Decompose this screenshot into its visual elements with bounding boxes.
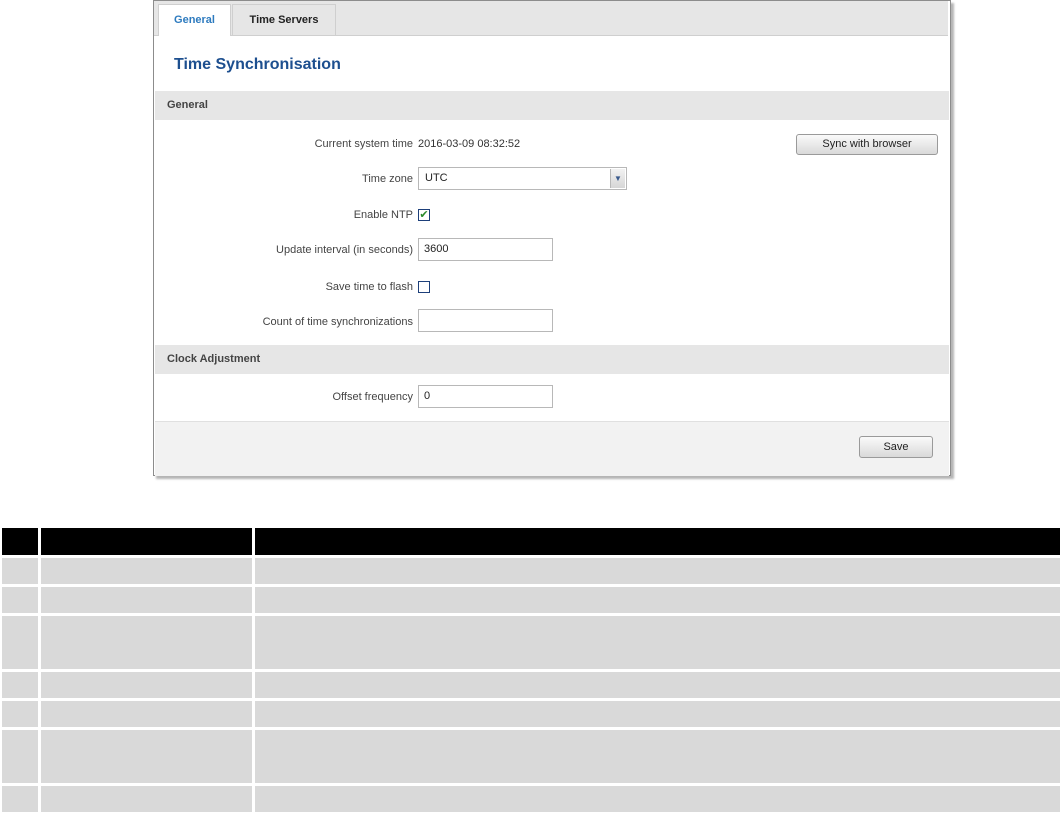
table-header-row — [2, 528, 1060, 555]
section-general-header: General — [155, 91, 949, 120]
save-button[interactable]: Save — [859, 436, 933, 458]
table-cell — [41, 613, 255, 669]
offset-frequency-input[interactable]: 0 — [418, 385, 553, 408]
table-cell — [41, 669, 255, 698]
enable-ntp-label: Enable NTP — [353, 209, 413, 221]
timezone-select[interactable]: UTC ▼ — [418, 167, 627, 190]
table-cell — [2, 669, 41, 698]
table-cell — [41, 698, 255, 727]
table-cell — [41, 783, 255, 812]
tab-time-servers[interactable]: Time Servers — [232, 4, 336, 35]
table-cell — [41, 555, 255, 584]
save-to-flash-checkbox[interactable] — [418, 281, 430, 293]
count-sync-input[interactable] — [418, 309, 553, 332]
table-cell — [2, 698, 41, 727]
table-row — [2, 584, 1060, 613]
table-body — [2, 555, 1060, 812]
current-time-label: Current system time — [314, 138, 413, 150]
table-cell — [2, 727, 41, 783]
enable-ntp-checkbox[interactable]: ✔ — [418, 209, 430, 221]
offset-frequency-label: Offset frequency — [332, 391, 413, 403]
table-cell — [2, 783, 41, 812]
update-interval-label: Update interval (in seconds) — [276, 244, 413, 256]
settings-panel: General Time Servers Time Synchronisatio… — [153, 0, 951, 476]
table-cell — [255, 669, 1060, 698]
table-header-cell — [255, 528, 1060, 555]
update-interval-input[interactable]: 3600 — [418, 238, 553, 261]
table-cell — [255, 783, 1060, 812]
tab-bar: General Time Servers — [154, 1, 948, 36]
table-cell — [2, 584, 41, 613]
tab-general[interactable]: General — [158, 4, 231, 36]
sync-with-browser-button[interactable]: Sync with browser — [796, 134, 938, 155]
timezone-value: UTC — [425, 172, 448, 184]
table-row — [2, 783, 1060, 812]
table-row — [2, 727, 1060, 783]
timezone-label: Time zone — [362, 173, 413, 185]
count-sync-label: Count of time synchronizations — [262, 316, 413, 328]
table-row — [2, 613, 1060, 669]
save-to-flash-label: Save time to flash — [325, 281, 413, 293]
table-cell — [2, 555, 41, 584]
section-clock-adjustment-header: Clock Adjustment — [155, 345, 949, 374]
table-cell — [2, 613, 41, 669]
form-footer: Save — [155, 421, 949, 476]
table-cell — [255, 698, 1060, 727]
table-header-cell — [41, 528, 255, 555]
table-cell — [255, 555, 1060, 584]
table-cell — [41, 727, 255, 783]
page-title: Time Synchronisation — [174, 56, 341, 73]
info-table — [2, 528, 1060, 812]
current-time-value: 2016-03-09 08:32:52 — [418, 138, 521, 150]
table-cell — [255, 613, 1060, 669]
table-cell — [255, 584, 1060, 613]
table-cell — [255, 727, 1060, 783]
table-row — [2, 698, 1060, 727]
chevron-down-icon[interactable]: ▼ — [610, 169, 625, 188]
table-header-cell — [2, 528, 41, 555]
table-row — [2, 555, 1060, 584]
table-row — [2, 669, 1060, 698]
table-cell — [41, 584, 255, 613]
